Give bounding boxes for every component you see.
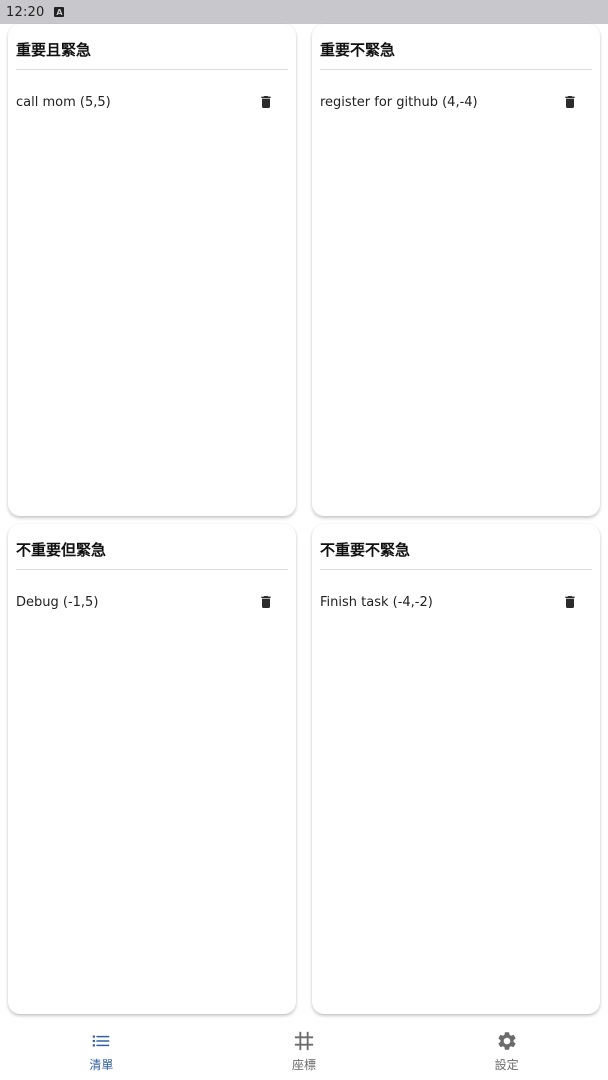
gear-icon	[498, 1032, 516, 1050]
list-icon	[93, 1035, 110, 1047]
bottom-navigation: 清單 座標 設定	[0, 1024, 608, 1080]
grid-icon	[294, 1031, 314, 1051]
delete-icon[interactable]	[258, 594, 274, 610]
keyboard-indicator-icon: A	[54, 7, 65, 17]
quadrant-title: 重要且緊急	[16, 24, 288, 70]
status-bar: 12:20 A	[0, 0, 608, 24]
delete-icon[interactable]	[258, 94, 274, 110]
task-text: Finish task (-4,-2)	[320, 594, 433, 610]
nav-item-coordinates[interactable]: 座標	[203, 1024, 406, 1080]
task-item[interactable]: Finish task (-4,-2)	[320, 582, 592, 622]
task-item[interactable]: call mom (5,5)	[16, 82, 288, 122]
task-text: call mom (5,5)	[16, 94, 111, 110]
nav-item-settings[interactable]: 設定	[405, 1024, 608, 1080]
quadrant-important-urgent: 重要且緊急 call mom (5,5)	[8, 24, 296, 516]
quadrant-title: 不重要但緊急	[16, 524, 288, 570]
task-item[interactable]: register for github (4,-4)	[320, 82, 592, 122]
delete-icon[interactable]	[562, 594, 578, 610]
task-text: Debug (-1,5)	[16, 594, 99, 610]
task-text: register for github (4,-4)	[320, 94, 478, 110]
quadrant-not-important-not-urgent: 不重要不緊急 Finish task (-4,-2)	[312, 524, 600, 1014]
status-time: 12:20	[6, 4, 45, 20]
quadrant-important-not-urgent: 重要不緊急 register for github (4,-4)	[312, 24, 600, 516]
nav-label: 設定	[494, 1058, 519, 1072]
delete-icon[interactable]	[562, 94, 578, 110]
quadrant-not-important-urgent: 不重要但緊急 Debug (-1,5)	[8, 524, 296, 1014]
task-item[interactable]: Debug (-1,5)	[16, 582, 288, 622]
nav-label: 清單	[89, 1058, 114, 1072]
quadrant-title: 不重要不緊急	[320, 524, 592, 570]
nav-item-list[interactable]: 清單	[0, 1024, 203, 1080]
quadrant-title: 重要不緊急	[320, 24, 592, 70]
nav-label: 座標	[292, 1058, 317, 1072]
